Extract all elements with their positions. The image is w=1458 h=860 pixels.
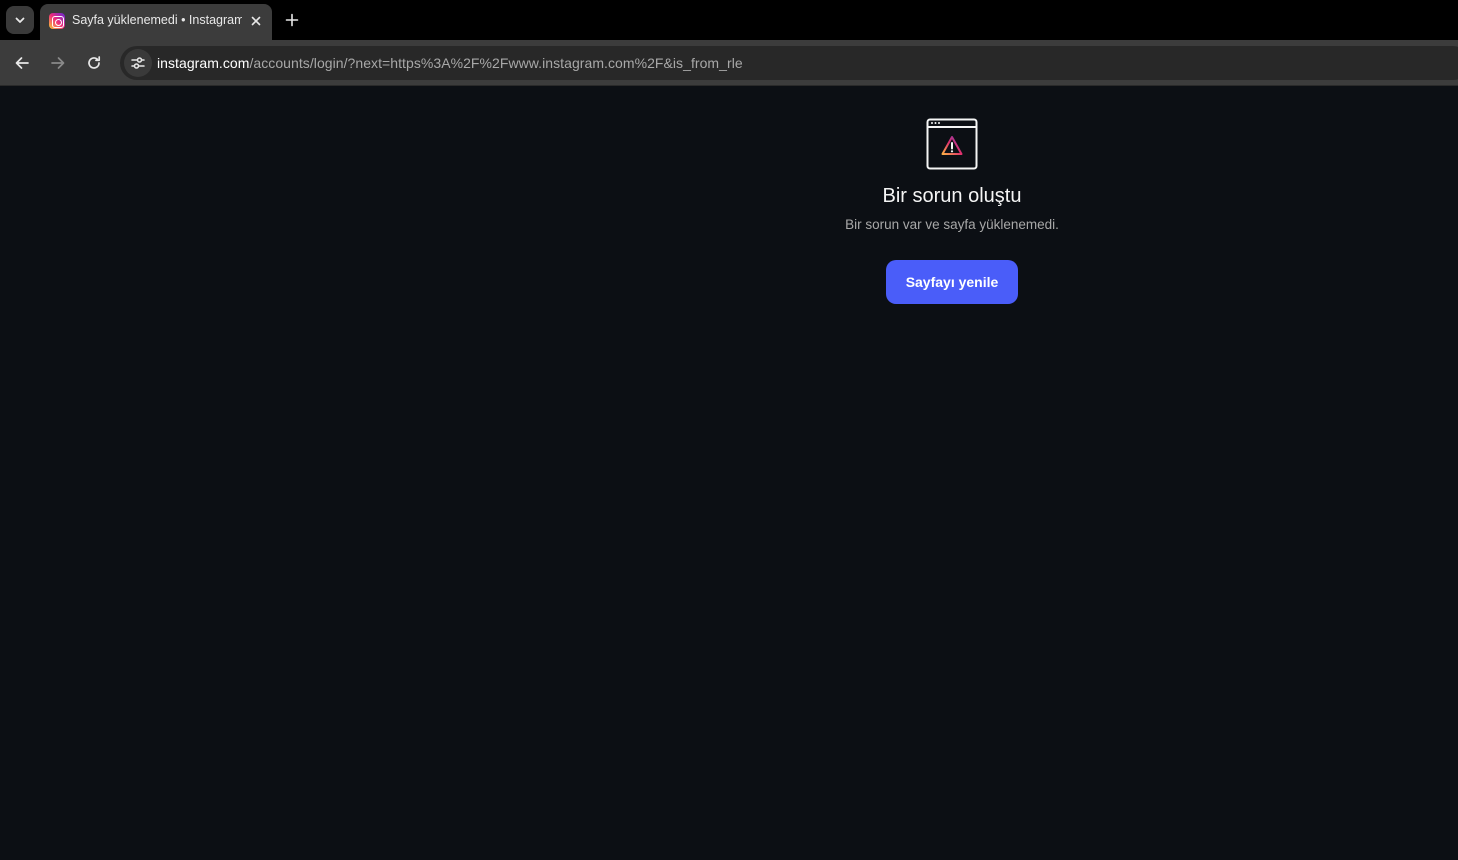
forward-button[interactable]: [44, 49, 72, 77]
error-container: Bir sorun oluştu Bir sorun var ve sayfa …: [752, 87, 1152, 304]
tune-icon: [131, 57, 145, 69]
browser-toolbar: instagram.com/accounts/login/?next=https…: [0, 40, 1458, 86]
reload-icon: [88, 56, 101, 69]
url-text[interactable]: instagram.com/accounts/login/?next=https…: [157, 55, 743, 71]
arrow-right-icon: [51, 57, 65, 69]
new-tab-button[interactable]: [280, 8, 304, 32]
site-info-button[interactable]: [124, 49, 152, 77]
error-subtitle: Bir sorun var ve sayfa yüklenemedi.: [845, 217, 1059, 232]
error-title: Bir sorun oluştu: [882, 185, 1022, 207]
tab-title: Sayfa yüklenemedi • Instagram: [72, 13, 242, 27]
browser-tab-strip: Sayfa yüklenemedi • Instagram: [0, 0, 1458, 40]
chevron-down-icon: [15, 17, 25, 23]
close-icon: [251, 16, 261, 26]
reload-page-button[interactable]: Sayfayı yenile: [885, 260, 1019, 304]
arrow-left-icon: [15, 57, 29, 69]
tab-search-button[interactable]: [6, 6, 34, 34]
url-host: instagram.com: [157, 55, 250, 71]
plus-icon: [285, 13, 299, 27]
instagram-icon: [49, 13, 65, 29]
reload-button[interactable]: [80, 49, 108, 77]
back-button[interactable]: [8, 49, 36, 77]
page-content: Bir sorun oluştu Bir sorun var ve sayfa …: [0, 87, 1458, 860]
url-path: /accounts/login/?next=https%3A%2F%2Fwww.…: [249, 55, 743, 71]
browser-warning-icon: [926, 118, 978, 170]
address-bar[interactable]: instagram.com/accounts/login/?next=https…: [120, 46, 1458, 80]
tab-close-button[interactable]: [246, 11, 266, 31]
browser-tab-active[interactable]: Sayfa yüklenemedi • Instagram: [40, 4, 272, 40]
